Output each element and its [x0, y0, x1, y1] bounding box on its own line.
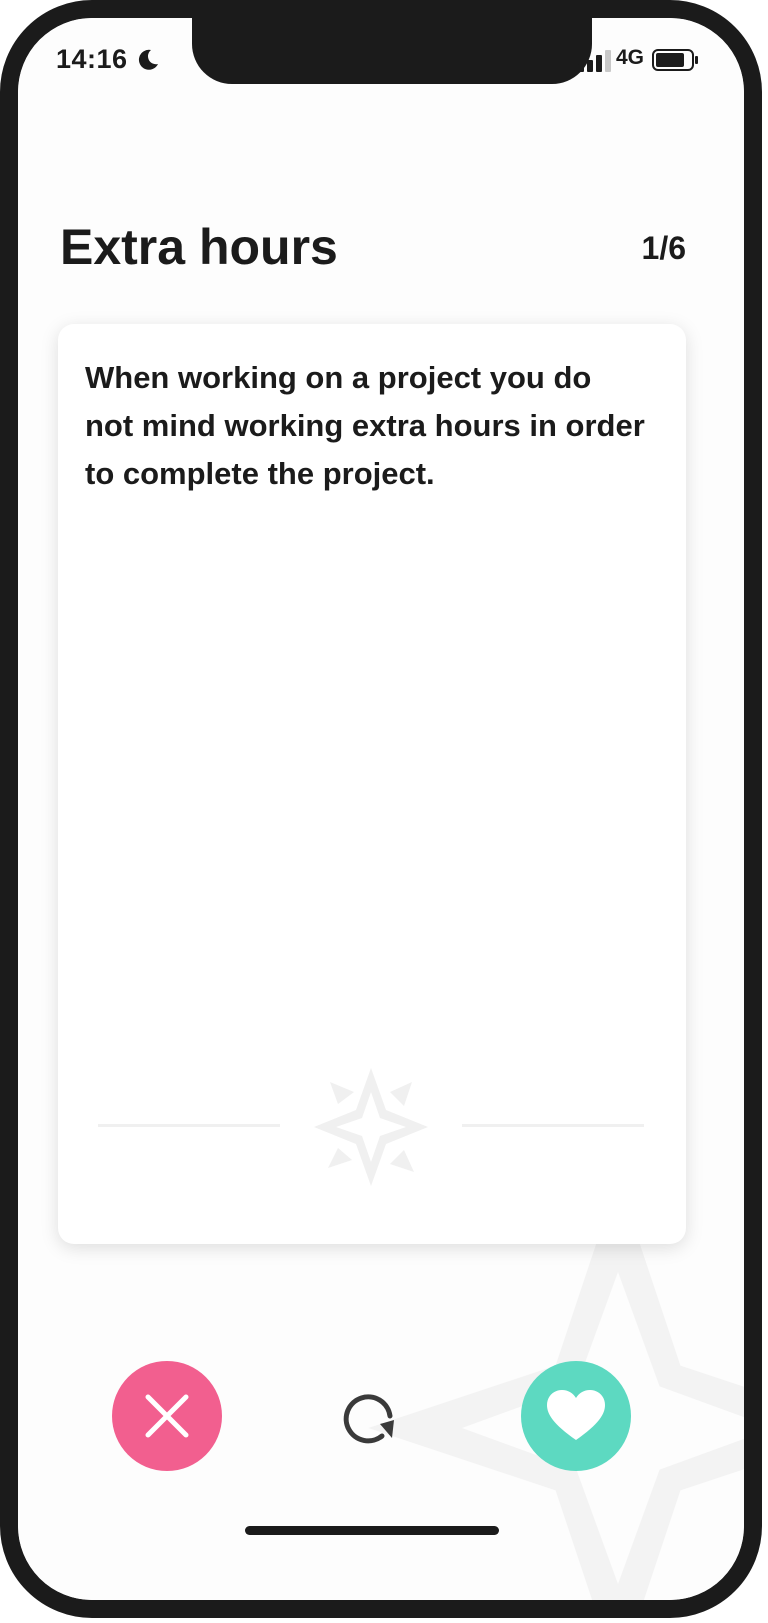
undo-button[interactable]	[336, 1384, 402, 1450]
undo-icon	[343, 1394, 394, 1444]
statement-text: When working on a project you do not min…	[85, 360, 645, 491]
card-divider-left	[98, 1124, 280, 1127]
phone-frame: 14:16 4G Extra hours 1/6 When working on…	[0, 0, 762, 1618]
screen: 14:16 4G Extra hours 1/6 When working on…	[18, 18, 744, 1600]
close-icon	[145, 1394, 189, 1438]
signal-icon	[578, 50, 611, 72]
dislike-button[interactable]	[112, 1361, 222, 1471]
heart-icon	[547, 1390, 605, 1440]
home-indicator[interactable]	[245, 1526, 499, 1535]
question-progress: 1/6	[641, 230, 686, 266]
star-emblem-icon	[314, 1068, 428, 1186]
card-divider-right	[462, 1124, 644, 1127]
moon-icon	[138, 49, 158, 70]
page-title: Extra hours	[60, 219, 338, 275]
notch	[192, 18, 592, 84]
battery-icon	[652, 49, 698, 71]
network-type: 4G	[616, 46, 645, 69]
status-time: 14:16	[56, 44, 128, 74]
like-button[interactable]	[521, 1361, 631, 1471]
statement-card[interactable]: When working on a project you do not min…	[58, 324, 686, 1244]
